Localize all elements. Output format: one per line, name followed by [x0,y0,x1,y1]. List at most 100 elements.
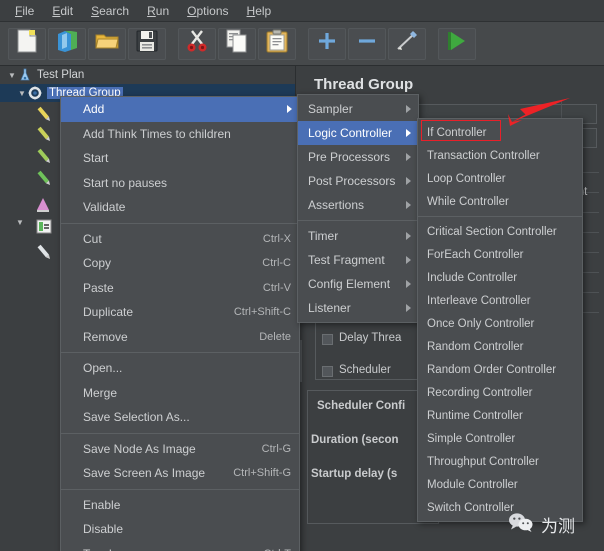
wechat-icon [508,512,534,537]
chevron-right-icon [287,105,292,114]
add-menu-item-post-processors[interactable]: Post Processors [298,169,418,193]
context-menu-item-open[interactable]: Open... [61,356,299,381]
logic-menu-item-include-controller[interactable]: Include Controller [418,266,582,289]
context-menu-item-validate[interactable]: Validate [61,195,299,220]
open-folder-button[interactable] [88,27,126,60]
menu-item-label: Save Screen As Image [83,466,206,481]
context-menu-item-cut[interactable]: Cut Ctrl-X [61,227,299,252]
tree-node-test-plan[interactable]: ▼ Test Plan [0,66,295,84]
logic-menu-item-once-only-controller[interactable]: Once Only Controller [418,312,582,335]
context-menu-item-add[interactable]: Add [61,97,299,122]
menubar-item-file[interactable]: File [6,2,43,20]
add-submenu[interactable]: Sampler Logic Controller Pre Processors Pos… [297,94,419,323]
menu-item-label: Merge [83,385,118,400]
menu-item-label: Transaction Controller [427,149,540,162]
menubar-item-options[interactable]: Options [178,2,237,20]
add-menu-item-sampler[interactable]: Sampler [298,97,418,121]
logic-menu-item-critical-section-controller[interactable]: Critical Section Controller [418,220,582,243]
delay-thread-checkbox[interactable] [322,334,333,345]
menubar-item-mnemonic: S [91,3,100,18]
logic-menu-item-recording-controller[interactable]: Recording Controller [418,381,582,404]
watermark-text: 为测 [541,517,575,537]
logic-menu-item-while-controller[interactable]: While Controller [418,190,582,213]
menu-item-label: Post Processors [308,174,396,188]
menu-item-label: Cut [83,231,102,246]
menubar-item-mnemonic: R [147,3,156,18]
menubar-item-run[interactable]: Run [138,2,178,20]
menu-item-label: Copy [83,256,112,271]
logic-menu-item-simple-controller[interactable]: Simple Controller [418,427,582,450]
menu-item-label: Random Order Controller [427,363,557,376]
context-menu-item-start-no-pauses[interactable]: Start no pauses [61,171,299,196]
copy-icon [225,29,249,58]
add-menu-item-pre-processors[interactable]: Pre Processors [298,145,418,169]
context-menu-item-toggle[interactable]: ToggleCtrl-T [61,542,299,551]
menubar-item-label: elp [255,3,272,18]
copy-button[interactable] [218,27,256,60]
logic-menu-item-random-order-controller[interactable]: Random Order Controller [418,358,582,381]
menubar-item-search[interactable]: Search [82,2,138,20]
paste-button[interactable] [258,27,296,60]
menu-item-label: Config Element [308,277,391,291]
menu-item-label: Runtime Controller [427,409,523,422]
add-menu-item-listener[interactable]: Listener [298,296,418,320]
chevron-down-icon[interactable]: ▼ [6,71,18,80]
cut-button[interactable] [178,27,216,60]
context-menu-item-save-node-as-image[interactable]: Save Node As Image Ctrl-G [61,437,299,462]
menu-item-label: Pre Processors [308,150,391,164]
context-menu-item-merge[interactable]: Merge [61,381,299,406]
logic-menu-item-foreach-controller[interactable]: ForEach Controller [418,243,582,266]
templates-button[interactable] [48,27,86,60]
menu-item-shortcut: Ctrl-V [262,281,291,294]
chevron-down-icon[interactable]: ▼ [16,89,28,98]
save-icon [136,30,158,57]
thread-group-icon [28,86,44,100]
logic-menu-item-random-controller[interactable]: Random Controller [418,335,582,358]
expand-all-button[interactable] [308,27,346,60]
context-menu-item-disable[interactable]: Disable [61,517,299,542]
add-menu-item-test-fragment[interactable]: Test Fragment [298,248,418,272]
context-menu-item-save-screen-as-image[interactable]: Save Screen As Image Ctrl+Shift-G [61,461,299,486]
toggle-button[interactable] [388,27,426,60]
context-menu-item-enable[interactable]: Enable [61,493,299,518]
menu-separator [61,352,299,353]
save-button[interactable] [128,27,166,60]
logic-menu-item-throughput-controller[interactable]: Throughput Controller [418,450,582,473]
logic-menu-item-runtime-controller[interactable]: Runtime Controller [418,404,582,427]
menu-item-label: Save Selection As... [83,410,190,425]
context-menu-item-copy[interactable]: Copy Ctrl-C [61,251,299,276]
add-menu-item-assertions[interactable]: Assertions [298,193,418,217]
chevron-right-icon [406,153,411,161]
context-menu-item-add-think-times-to-children[interactable]: Add Think Times to children [61,122,299,147]
scheduler-checkbox[interactable] [322,366,333,377]
add-menu-item-timer[interactable]: Timer [298,224,418,248]
jmeter-window: File Edit Search Run Options Help ▼ Test Plan… [0,0,604,551]
add-menu-item-config-element[interactable]: Config Element [298,272,418,296]
logic-menu-item-transaction-controller[interactable]: Transaction Controller [418,144,582,167]
tree-context-menu[interactable]: Add Add Think Times to children Start Start… [60,96,300,551]
context-menu-item-start[interactable]: Start [61,146,299,171]
start-button[interactable] [438,27,476,60]
templates-icon [55,29,79,58]
chevron-right-icon [406,201,411,209]
logic-menu-item-interleave-controller[interactable]: Interleave Controller [418,289,582,312]
logic-menu-item-module-controller[interactable]: Module Controller [418,473,582,496]
context-menu-item-remove[interactable]: Remove Delete [61,325,299,350]
menubar-item-edit[interactable]: Edit [43,2,82,20]
add-menu-item-logic-controller[interactable]: Logic Controller [298,121,418,145]
menu-item-label: Random Controller [427,340,524,353]
collapse-all-button[interactable] [348,27,386,60]
context-menu-item-paste[interactable]: Paste Ctrl-V [61,276,299,301]
context-menu-item-save-selection-as[interactable]: Save Selection As... [61,405,299,430]
menu-item-label: Once Only Controller [427,317,535,330]
menu-item-label: Logic Controller [308,126,393,140]
logic-menu-item-loop-controller[interactable]: Loop Controller [418,167,582,190]
context-menu-item-duplicate[interactable]: Duplicate Ctrl+Shift-C [61,300,299,325]
scheduler-label: Scheduler [339,364,391,376]
logic-controller-submenu[interactable]: If Controller Transaction Controller Loop … [417,118,583,522]
menu-separator [61,488,299,490]
chevron-down-icon[interactable]: ▼ [16,218,24,227]
menubar-item-help[interactable]: Help [238,2,281,20]
new-button[interactable] [8,27,46,60]
paste-icon [266,29,288,58]
